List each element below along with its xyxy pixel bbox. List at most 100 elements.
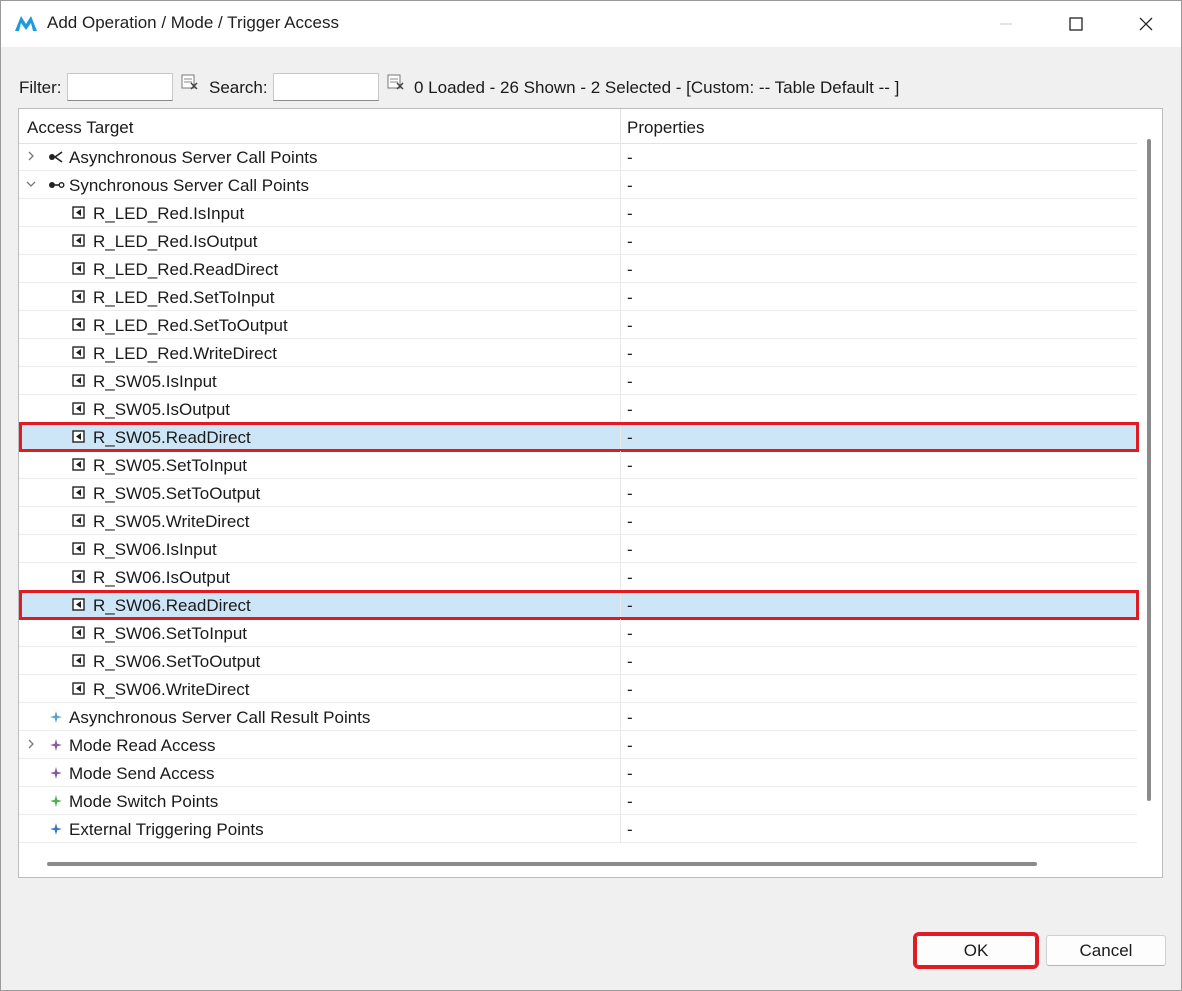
table-row[interactable]: External Triggering Points - (19, 815, 1137, 843)
filter-toolbar: Filter: Search: 0 Loaded - 26 Shown - 2 … (1, 71, 1181, 105)
column-divider (620, 535, 621, 563)
table-row[interactable]: R_SW05.ReadDirect - (19, 423, 1137, 451)
row-properties: - (627, 344, 633, 363)
filter-input[interactable] (67, 73, 173, 101)
row-label: R_SW06.SetToInput (93, 624, 248, 643)
table-row[interactable]: R_SW05.SetToInput - (19, 451, 1137, 479)
mode-read-icon (50, 739, 62, 751)
table-row[interactable]: Asynchronous Server Call Result Points - (19, 703, 1137, 731)
search-input[interactable] (273, 73, 379, 101)
operation-icon (72, 682, 85, 695)
column-divider (620, 339, 621, 367)
table-row[interactable]: R_LED_Red.ReadDirect - (19, 255, 1137, 283)
table-row[interactable]: R_SW06.IsInput - (19, 535, 1137, 563)
app-logo-icon (15, 16, 37, 31)
column-divider (620, 619, 621, 647)
row-properties: - (627, 764, 633, 783)
table-row[interactable]: R_SW06.ReadDirect - (19, 591, 1137, 619)
column-divider (620, 787, 621, 815)
row-properties: - (627, 456, 633, 475)
table-row[interactable]: R_SW06.SetToInput - (19, 619, 1137, 647)
row-label: R_SW05.SetToOutput (93, 484, 261, 503)
chevron-right-icon[interactable] (25, 738, 37, 750)
horizontal-scrollbar[interactable] (19, 853, 1137, 877)
column-header-properties[interactable]: Properties (627, 118, 704, 138)
column-header-access-target[interactable]: Access Target (27, 118, 133, 138)
chevron-down-icon[interactable] (25, 178, 37, 190)
row-label: Asynchronous Server Call Result Points (69, 708, 371, 727)
table-row[interactable]: R_SW06.SetToOutput - (19, 647, 1137, 675)
table-row[interactable]: Mode Switch Points - (19, 787, 1137, 815)
row-properties: - (627, 148, 633, 167)
column-divider (620, 199, 621, 227)
mode-send-icon (50, 767, 62, 779)
table-row[interactable]: Mode Read Access - (19, 731, 1137, 759)
column-divider (620, 759, 621, 787)
row-label: R_LED_Red.SetToInput (93, 288, 275, 307)
row-label: R_SW06.IsInput (93, 540, 217, 559)
maximize-button[interactable] (1041, 1, 1111, 47)
operation-icon (72, 654, 85, 667)
table-row[interactable]: R_LED_Red.SetToOutput - (19, 311, 1137, 339)
operation-icon (72, 486, 85, 499)
row-properties: - (627, 232, 633, 251)
table-row[interactable]: R_SW06.WriteDirect - (19, 675, 1137, 703)
table-row[interactable]: R_LED_Red.SetToInput - (19, 283, 1137, 311)
minimize-button[interactable] (971, 1, 1041, 47)
filter-label: Filter: (19, 78, 62, 97)
table-row[interactable]: R_SW05.IsInput - (19, 367, 1137, 395)
row-properties: - (627, 372, 633, 391)
close-button[interactable] (1111, 1, 1181, 47)
row-properties: - (627, 176, 633, 195)
trigger-point-icon (50, 823, 62, 835)
row-label: R_SW06.ReadDirect (93, 596, 251, 615)
dialog-window: Add Operation / Mode / Trigger Access Fi… (0, 0, 1182, 991)
column-divider (620, 731, 621, 759)
row-label: Mode Send Access (69, 764, 215, 783)
mode-switch-icon (50, 795, 62, 807)
table-row[interactable]: R_LED_Red.IsInput - (19, 199, 1137, 227)
column-divider (620, 815, 621, 843)
close-icon (1139, 17, 1153, 31)
operation-icon (72, 402, 85, 415)
table-row[interactable]: R_LED_Red.IsOutput - (19, 227, 1137, 255)
operation-icon (72, 234, 85, 247)
row-label: Synchronous Server Call Points (69, 176, 310, 195)
table-row[interactable]: Asynchronous Server Call Points - (19, 143, 1137, 171)
cancel-button[interactable]: Cancel (1046, 935, 1166, 966)
row-properties: - (627, 680, 633, 699)
ok-button[interactable]: OK (913, 932, 1039, 969)
row-properties: - (627, 316, 633, 335)
clear-search-icon[interactable] (387, 73, 405, 91)
column-divider (620, 563, 621, 591)
clear-filter-icon[interactable] (181, 73, 199, 91)
column-divider (620, 311, 621, 339)
table-row[interactable]: Synchronous Server Call Points - (19, 171, 1137, 199)
window-title: Add Operation / Mode / Trigger Access (47, 13, 339, 32)
sync-server-call-icon (49, 181, 65, 188)
table-row[interactable]: R_SW05.WriteDirect - (19, 507, 1137, 535)
column-divider (620, 143, 621, 171)
operation-icon (72, 570, 85, 583)
operation-icon (72, 542, 85, 555)
operation-icon (72, 626, 85, 639)
horizontal-scroll-thumb[interactable] (47, 862, 1037, 866)
table-row[interactable]: R_SW05.SetToOutput - (19, 479, 1137, 507)
minimize-icon (1000, 23, 1012, 25)
table-row[interactable]: R_LED_Red.WriteDirect - (19, 339, 1137, 367)
chevron-right-icon[interactable] (25, 150, 37, 162)
table-row[interactable]: R_SW05.IsOutput - (19, 395, 1137, 423)
row-label: R_SW05.IsInput (93, 372, 217, 391)
row-properties: - (627, 512, 633, 531)
row-properties: - (627, 428, 633, 447)
column-divider (620, 507, 621, 535)
column-divider[interactable] (620, 109, 621, 143)
table-row[interactable]: Mode Send Access - (19, 759, 1137, 787)
vertical-scroll-thumb[interactable] (1147, 139, 1151, 801)
status-summary: 0 Loaded - 26 Shown - 2 Selected - [Cust… (414, 78, 900, 97)
row-properties: - (627, 260, 633, 279)
result-point-icon (50, 711, 62, 723)
table-row[interactable]: R_SW06.IsOutput - (19, 563, 1137, 591)
column-divider (620, 591, 621, 619)
operation-icon (72, 318, 85, 331)
